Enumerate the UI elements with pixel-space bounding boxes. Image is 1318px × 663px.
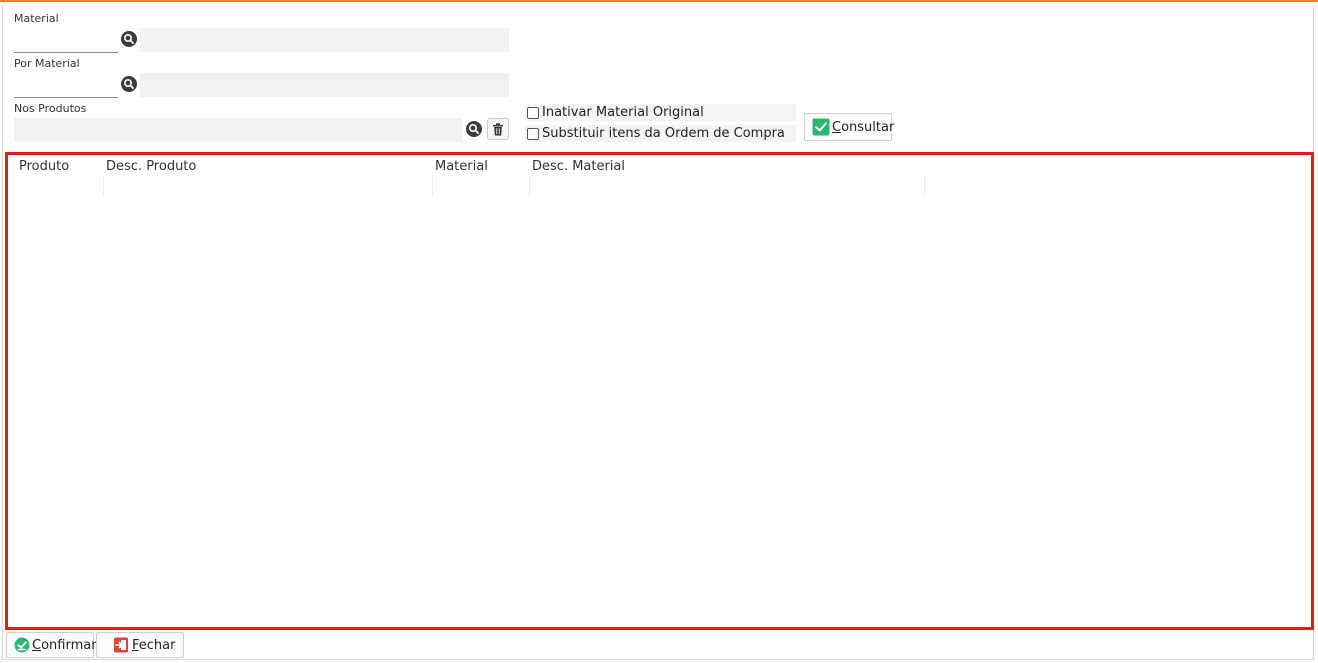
nos-produtos-search-icon[interactable] [466, 121, 482, 137]
column-separator [432, 175, 433, 197]
column-header-material[interactable]: Material [435, 159, 488, 174]
nos-produtos-field[interactable] [14, 118, 462, 142]
por-material-label: Por Material [14, 57, 80, 70]
confirmar-label: Confirmar [32, 637, 97, 653]
material-search-icon[interactable] [121, 31, 137, 47]
column-separator [924, 175, 925, 197]
fechar-label: Fechar [132, 637, 176, 653]
material-input[interactable] [14, 28, 118, 53]
column-separator [103, 175, 104, 197]
por-material-description-field [140, 73, 509, 97]
por-material-search-icon[interactable] [121, 76, 137, 92]
confirmar-button[interactable]: Confirmar [6, 632, 97, 658]
column-separator [529, 175, 530, 197]
inativar-material-option[interactable]: Inativar Material Original [525, 104, 796, 121]
exit-icon [113, 637, 129, 653]
column-header-produto[interactable]: Produto [19, 159, 69, 174]
inativar-material-checkbox[interactable] [527, 106, 539, 119]
fechar-button[interactable]: Fechar [96, 632, 184, 658]
material-description-field [140, 28, 509, 52]
consultar-button[interactable]: Consultar [804, 113, 895, 141]
confirm-check-icon [14, 637, 30, 653]
column-header-desc-material[interactable]: Desc. Material [532, 159, 625, 174]
por-material-input[interactable] [14, 73, 118, 98]
trash-icon[interactable] [487, 118, 509, 140]
inativar-material-label: Inativar Material Original [542, 105, 704, 120]
column-header-desc-produto[interactable]: Desc. Produto [106, 159, 196, 174]
results-grid[interactable]: Produto Desc. Produto Material Desc. Mat… [5, 152, 1314, 630]
nos-produtos-label: Nos Produtos [14, 102, 87, 115]
substituir-itens-checkbox[interactable] [527, 127, 539, 140]
material-label: Material [14, 12, 59, 25]
consultar-label: Consultar [832, 119, 895, 135]
substituir-itens-label: Substituir itens da Ordem de Compra [542, 126, 785, 141]
check-icon [812, 118, 830, 136]
substituir-itens-option[interactable]: Substituir itens da Ordem de Compra [525, 125, 796, 142]
top-accent-bar [0, 0, 1318, 2]
